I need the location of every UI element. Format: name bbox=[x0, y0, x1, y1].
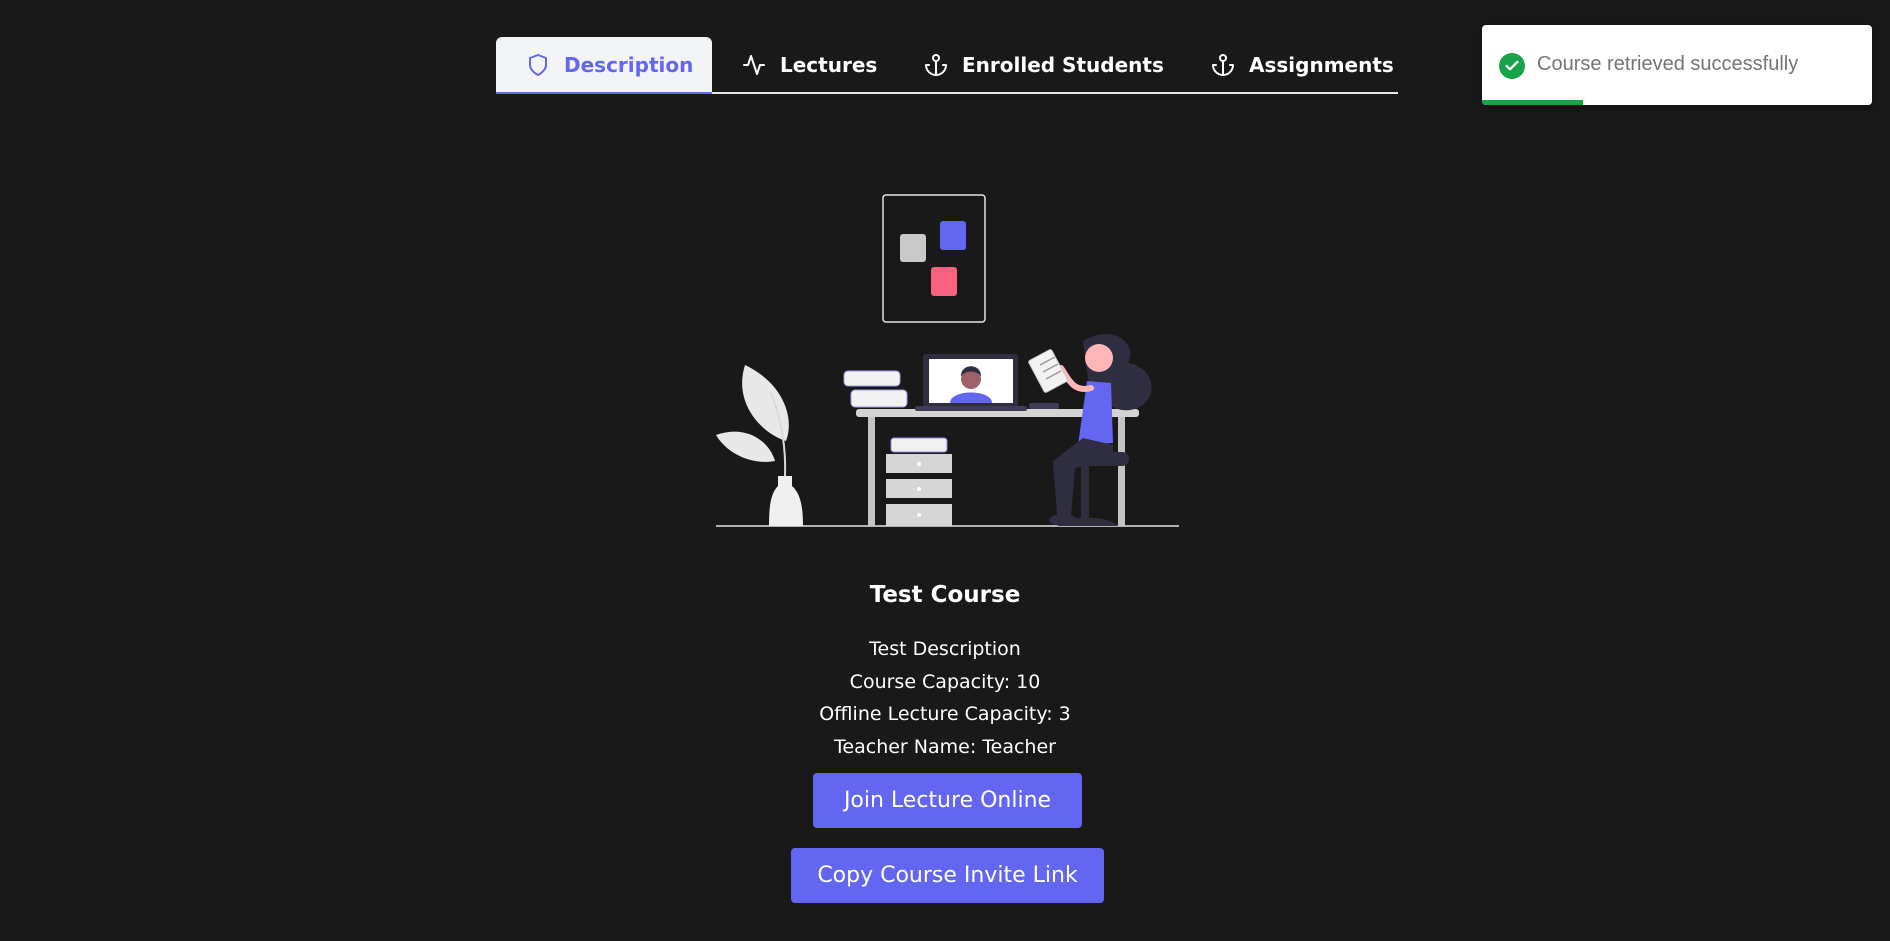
join-lecture-online-button[interactable]: Join Lecture Online bbox=[813, 773, 1082, 828]
books-stack bbox=[890, 437, 948, 453]
plant-vase bbox=[769, 476, 803, 526]
tab-bar: Description Lectures Enrolled Students A… bbox=[496, 37, 1398, 94]
activity-icon bbox=[743, 54, 765, 75]
toast-progress-track bbox=[1482, 100, 1872, 105]
shield-icon bbox=[529, 53, 547, 76]
course-illustration bbox=[716, 194, 1179, 527]
anchor-icon bbox=[1212, 53, 1234, 76]
course-capacity: Course Capacity: 10 bbox=[849, 671, 1041, 693]
tab-label: Enrolled Students bbox=[962, 52, 1164, 77]
course-description: Test Description bbox=[869, 638, 1021, 660]
wall-frame bbox=[882, 194, 986, 323]
tab-label: Assignments bbox=[1249, 52, 1394, 77]
check-circle-icon bbox=[1499, 53, 1525, 79]
tab-assignments[interactable]: Assignments bbox=[1181, 37, 1424, 92]
tab-lectures[interactable]: Lectures bbox=[712, 37, 894, 92]
book bbox=[850, 389, 908, 408]
phone bbox=[1029, 403, 1059, 409]
course-title: Test Course bbox=[869, 582, 1021, 608]
success-toast[interactable]: Course retrieved successfully bbox=[1482, 25, 1872, 105]
frame-square-purple bbox=[940, 221, 966, 250]
desk-leg bbox=[1118, 417, 1125, 526]
tab-description[interactable]: Description bbox=[496, 37, 712, 94]
frame-square-gray bbox=[900, 234, 926, 262]
toast-message: Course retrieved successfully bbox=[1537, 53, 1799, 75]
tab-label: Lectures bbox=[780, 52, 878, 77]
anchor-icon bbox=[925, 53, 947, 76]
woman-head bbox=[1085, 344, 1113, 372]
book bbox=[843, 370, 901, 387]
toast-progress-bar bbox=[1482, 100, 1584, 105]
offline-lecture-capacity: Offline Lecture Capacity: 3 bbox=[819, 703, 1071, 725]
tab-enrolled-students[interactable]: Enrolled Students bbox=[894, 37, 1181, 92]
copy-course-invite-link-button[interactable]: Copy Course Invite Link bbox=[791, 848, 1104, 903]
desk-leg bbox=[868, 417, 875, 526]
paper bbox=[1028, 349, 1068, 393]
teacher-name: Teacher Name: Teacher bbox=[834, 736, 1056, 758]
frame-square-pink bbox=[931, 267, 957, 296]
laptop-base bbox=[915, 406, 1027, 411]
plant-leaf bbox=[716, 431, 775, 462]
tab-label: Description bbox=[564, 52, 694, 77]
